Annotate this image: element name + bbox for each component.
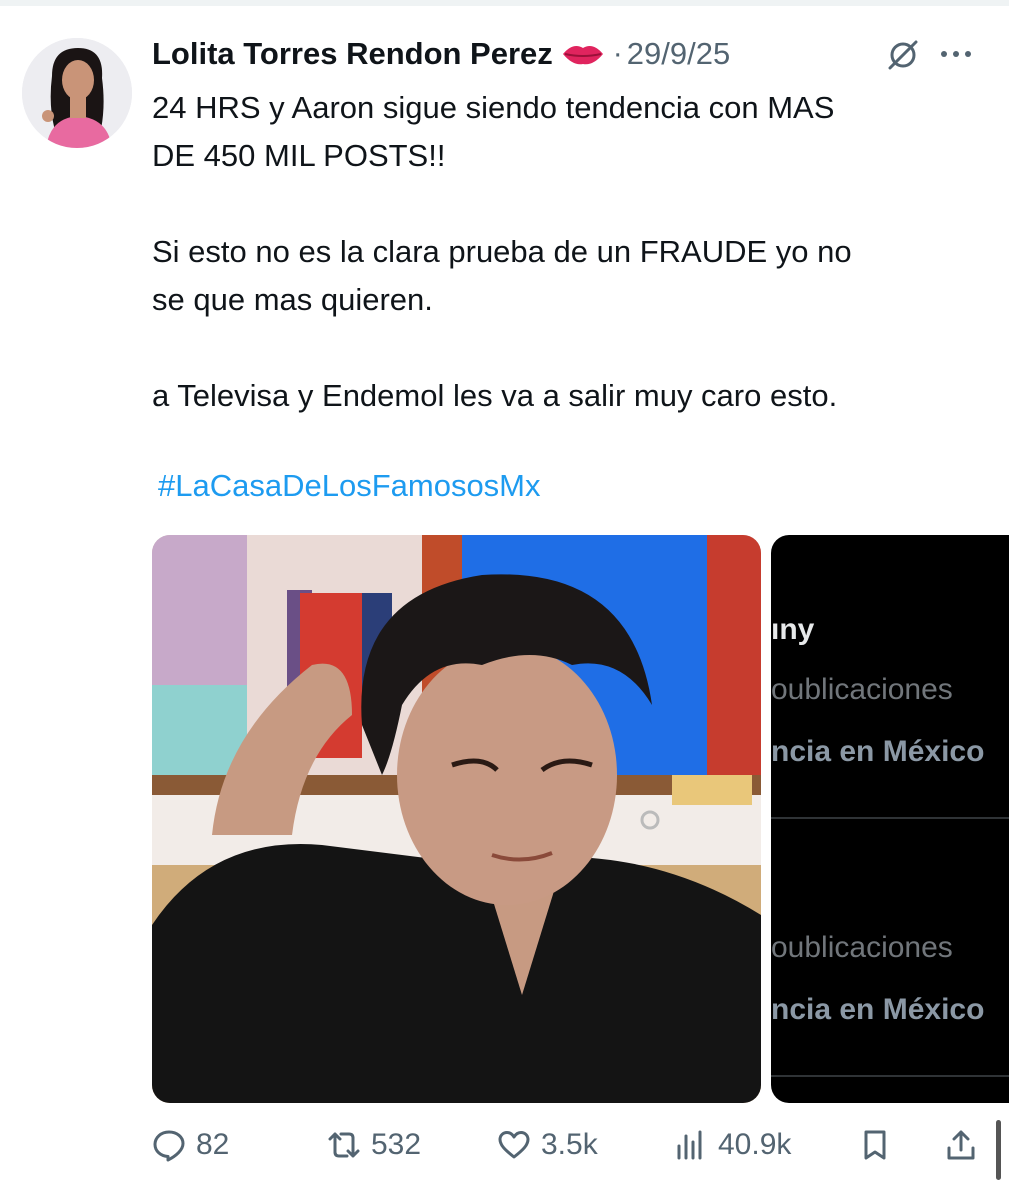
post-text-line: a Televisa y Endemol les va a salir muy … [152,378,838,413]
like-button[interactable]: 3.5k [497,1118,598,1172]
post-header: Lolita Torres Rendon Perez · 29/9/25 [152,30,992,78]
scrollbar[interactable] [996,1120,1001,1180]
post-text-line: se que mas quieren. [152,282,433,317]
more-options-icon[interactable] [938,44,974,64]
post-text-line: Si esto no es la clara prueba de un FRAU… [152,234,852,269]
screenshot-trend-fragment: ncia en México [771,735,985,768]
screenshot-trend-fragment: ncia en México [771,993,985,1026]
reply-count: 82 [196,1128,230,1161]
screenshot-divider [771,817,1009,819]
author-name[interactable]: Lolita Torres Rendon Perez [152,36,553,72]
views-count: 40.9k [718,1128,792,1161]
media-screenshot[interactable]: ıny oublicaciones ncia en México oublica… [771,535,1009,1103]
screenshot-divider [771,1075,1009,1077]
repost-count: 532 [371,1128,422,1161]
post-text: 24 HRS y Aaron sigue siendo tendencia co… [152,84,982,420]
repost-icon [328,1132,360,1158]
views-button[interactable]: 40.9k [674,1118,791,1172]
post-date[interactable]: 29/9/25 [627,36,730,72]
bookmark-icon [864,1130,886,1160]
photo-image [152,535,761,1103]
post-text-line: 24 HRS y Aaron sigue siendo tendencia co… [152,90,835,125]
hashtag-link[interactable]: #LaCasaDeLosFamososMx [158,468,541,504]
views-icon [677,1130,702,1160]
screenshot-title-fragment: ıny [771,613,815,646]
share-icon [947,1130,975,1160]
media-photo[interactable] [152,535,761,1103]
action-bar: 82 532 3.5k 40.9k [152,1118,992,1172]
heart-icon [498,1131,530,1159]
header-separator: · [612,37,623,70]
post-text-line: DE 450 MIL POSTS!! [152,138,446,173]
reply-icon [153,1130,185,1162]
grok-icon[interactable] [886,38,920,72]
repost-button[interactable]: 532 [327,1118,421,1172]
top-border [0,0,1009,6]
like-count: 3.5k [541,1128,598,1161]
avatar-image [22,38,132,148]
lips-icon [561,42,605,66]
avatar[interactable] [22,38,132,148]
bookmark-button[interactable] [858,1118,902,1172]
reply-button[interactable]: 82 [152,1118,229,1172]
share-button[interactable] [944,1118,988,1172]
screenshot-count-fragment: oublicaciones [771,673,953,706]
screenshot-count-fragment: oublicaciones [771,931,953,964]
